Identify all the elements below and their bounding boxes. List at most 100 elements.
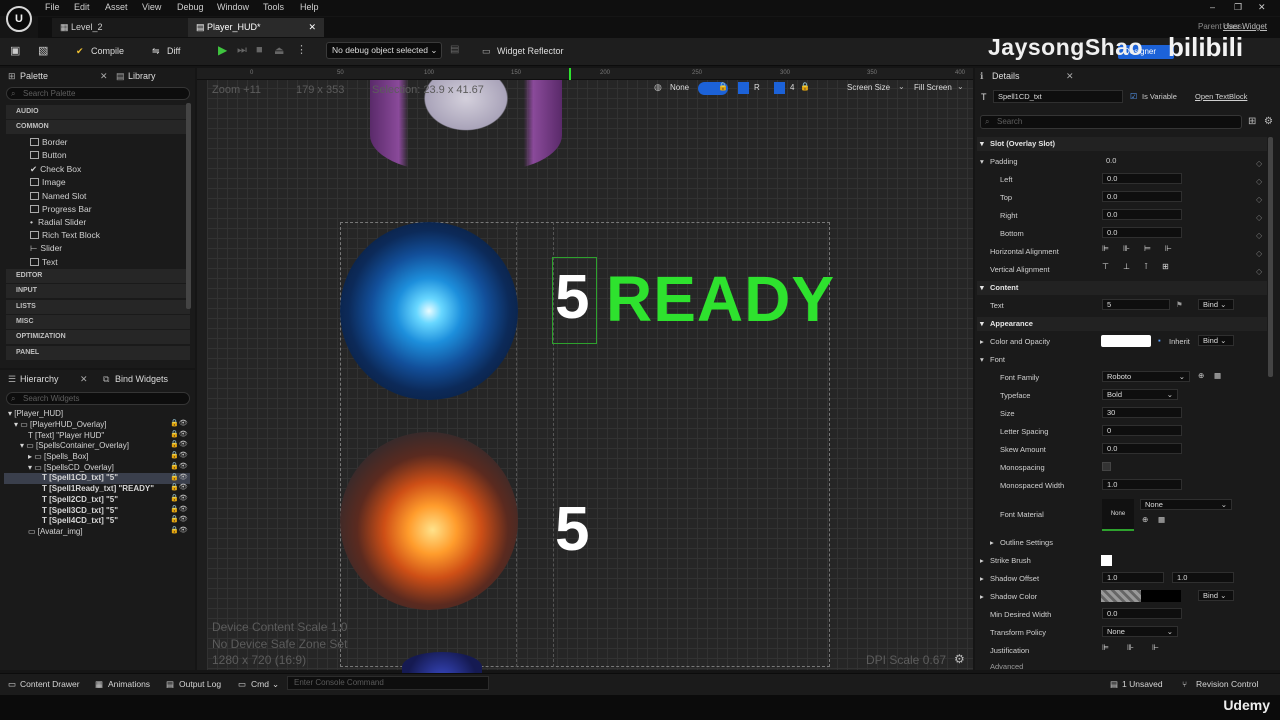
maximize-icon[interactable]: ❐ xyxy=(1234,2,1242,13)
menu-window[interactable]: Window xyxy=(217,2,249,12)
padding-bottom-input[interactable]: 0.0 xyxy=(1102,227,1182,238)
tab-player-hud[interactable]: ▤ Player_HUD* ✕ xyxy=(188,18,324,37)
strike-brush-swatch[interactable] xyxy=(1101,555,1112,566)
close-details-icon[interactable]: ✕ xyxy=(1066,71,1074,82)
hierarchy-tab[interactable]: Hierarchy xyxy=(20,374,59,384)
shadow-color-swatch-alpha[interactable] xyxy=(1101,590,1141,602)
tree-item[interactable]: ▭ [Avatar_img] xyxy=(28,527,83,536)
tree-item[interactable]: T [Spell4CD_txt] "5" xyxy=(42,516,118,525)
menu-asset[interactable]: Asset xyxy=(105,2,128,12)
browse-icon[interactable]: ▧ xyxy=(38,44,48,57)
min-width-input[interactable]: 0.0 xyxy=(1102,608,1182,619)
details-search-input[interactable]: ⌕ Search xyxy=(980,115,1242,129)
minimize-icon[interactable]: – xyxy=(1210,2,1215,12)
close-palette-icon[interactable]: ✕ xyxy=(100,71,108,82)
palette-category-optimization[interactable]: OPTIMIZATION xyxy=(6,330,190,344)
font-family-dropdown[interactable]: Roboto ⌄ xyxy=(1102,371,1190,382)
parent-class-link[interactable]: User Widget xyxy=(1223,22,1267,31)
menu-tools[interactable]: Tools xyxy=(263,2,284,12)
menu-help[interactable]: Help xyxy=(300,2,319,12)
tree-item[interactable]: T [Spell1Ready_txt] "READY" xyxy=(42,484,154,493)
justification-buttons[interactable]: ⊫⊪⊩ xyxy=(1102,643,1186,656)
close-tab-icon[interactable]: ✕ xyxy=(308,18,316,37)
palette-category-input[interactable]: INPUT xyxy=(6,284,190,298)
shadow-color-swatch[interactable] xyxy=(1141,590,1181,602)
monospacing-checkbox[interactable] xyxy=(1102,462,1111,471)
is-variable-checkbox[interactable]: ☑ xyxy=(1130,92,1137,101)
screen-size-dropdown[interactable]: Screen Size xyxy=(847,83,890,92)
padding-right-input[interactable]: 0.0 xyxy=(1102,209,1182,220)
palette-scrollbar[interactable] xyxy=(186,103,191,309)
widget-name-field[interactable]: Spell1CD_txt xyxy=(993,90,1123,103)
grid-size[interactable]: 4 xyxy=(790,83,794,92)
property-matrix-icon[interactable]: ⊞ xyxy=(1248,116,1256,127)
font-material-dropdown[interactable]: None ⌄ xyxy=(1140,499,1232,510)
library-tab[interactable]: Library xyxy=(128,71,156,81)
localization-preview[interactable]: None xyxy=(670,83,689,92)
palette-category-editor[interactable]: EDITOR xyxy=(6,269,190,283)
text-bind-dropdown[interactable]: Bind ⌄ xyxy=(1198,299,1234,310)
shadow-bind-dropdown[interactable]: Bind ⌄ xyxy=(1198,590,1234,601)
palette-tab[interactable]: Palette xyxy=(20,71,48,81)
palette-item-checkbox[interactable]: ✔ Check Box xyxy=(30,164,81,175)
more-options-icon[interactable]: ⋮ xyxy=(296,43,307,56)
palette-item-radial-slider[interactable]: • Radial Slider xyxy=(30,217,86,227)
inherit-checkbox[interactable]: ▪ xyxy=(1158,336,1161,345)
tree-item[interactable]: ▾ ▭ [PlayerHUD_Overlay] xyxy=(14,420,107,429)
spell1-cooldown-text[interactable]: 5 xyxy=(555,262,589,333)
open-textblock-link[interactable]: Open TextBlock xyxy=(1195,92,1247,101)
content-drawer-button[interactable]: Content Drawer xyxy=(20,679,80,689)
flag-icon[interactable]: ⚑ xyxy=(1176,300,1183,309)
spell1-icon-image[interactable] xyxy=(340,222,518,400)
palette-item-progress-bar[interactable]: Progress Bar xyxy=(30,204,92,214)
unsaved-button[interactable]: 1 Unsaved xyxy=(1122,679,1163,689)
text-value-input[interactable]: 5 xyxy=(1102,299,1170,310)
menu-view[interactable]: View xyxy=(142,2,161,12)
settings-icon[interactable]: ⚙ xyxy=(1264,116,1273,127)
debug-object-select[interactable]: No debug object selected ⌄ xyxy=(326,42,442,59)
padding-left-input[interactable]: 0.0 xyxy=(1102,173,1182,184)
tree-item[interactable]: T [Spell2CD_txt] "5" xyxy=(42,495,118,504)
bind-widgets-tab[interactable]: Bind Widgets xyxy=(115,374,168,384)
animations-button[interactable]: Animations xyxy=(108,679,150,689)
outline-settings-label[interactable]: Outline Settings xyxy=(1000,538,1053,547)
palette-category-panel[interactable]: PANEL xyxy=(6,346,190,360)
fill-screen-dropdown[interactable]: Fill Screen xyxy=(914,83,952,92)
step-icon[interactable]: ⏭ xyxy=(237,44,247,57)
color-swatch[interactable] xyxy=(1101,335,1151,347)
font-material-thumbnail[interactable]: None xyxy=(1102,499,1134,531)
menu-edit[interactable]: Edit xyxy=(74,2,90,12)
palette-category-common[interactable]: COMMON xyxy=(6,120,190,134)
browse-material-icon[interactable]: ⊕ xyxy=(1142,515,1148,524)
respect-locks-icon[interactable] xyxy=(738,82,749,94)
palette-item-slider[interactable]: ⊢ Slider xyxy=(30,243,62,254)
tree-item-selected[interactable]: T [Spell1CD_txt] "5" xyxy=(4,473,190,484)
debug-filter-icon[interactable]: ▤ xyxy=(450,44,459,55)
tree-item[interactable]: ▾ ▭ [SpellsCD_Overlay] xyxy=(28,463,114,472)
revision-control-button[interactable]: Revision Control xyxy=(1196,679,1258,689)
h-align-buttons[interactable]: ⊫⊪⊨⊩ xyxy=(1102,244,1186,257)
diff-button[interactable]: Diff xyxy=(167,46,180,56)
tree-item[interactable]: T [Text] "Player HUD" xyxy=(28,431,104,440)
letter-spacing-input[interactable]: 0 xyxy=(1102,425,1182,436)
advanced-label[interactable]: Advanced xyxy=(990,662,1023,671)
menu-debug[interactable]: Debug xyxy=(177,2,204,12)
save-icon[interactable]: ▣ xyxy=(10,44,20,57)
region-toggle[interactable]: R xyxy=(754,83,760,92)
spell2-cooldown-text[interactable]: 5 xyxy=(555,494,589,565)
unreal-logo-icon[interactable]: U xyxy=(6,6,32,32)
palette-item-rich-text-block[interactable]: Rich Text Block xyxy=(30,230,100,240)
use-font-icon[interactable]: ▦ xyxy=(1214,371,1221,380)
tree-item[interactable]: ▸ ▭ [Spells_Box] xyxy=(28,452,89,461)
console-command-input[interactable]: Enter Console Command xyxy=(287,676,489,690)
transform-policy-dropdown[interactable]: None ⌄ xyxy=(1102,626,1178,637)
spell1-ready-text[interactable]: READY xyxy=(606,262,835,336)
tree-item[interactable]: ▾ ▭ [SpellsContainer_Overlay] xyxy=(20,441,129,450)
shadow-offset-x-input[interactable]: 1.0 xyxy=(1102,572,1164,583)
tab-level-2[interactable]: ▦ Level_2 xyxy=(52,18,188,37)
content-section-header[interactable] xyxy=(977,281,1267,295)
details-scrollbar[interactable] xyxy=(1268,137,1273,377)
palette-item-border[interactable]: Border xyxy=(30,137,68,147)
palette-category-audio[interactable]: AUDIO xyxy=(6,105,190,119)
browse-font-icon[interactable]: ⊕ xyxy=(1198,371,1204,380)
